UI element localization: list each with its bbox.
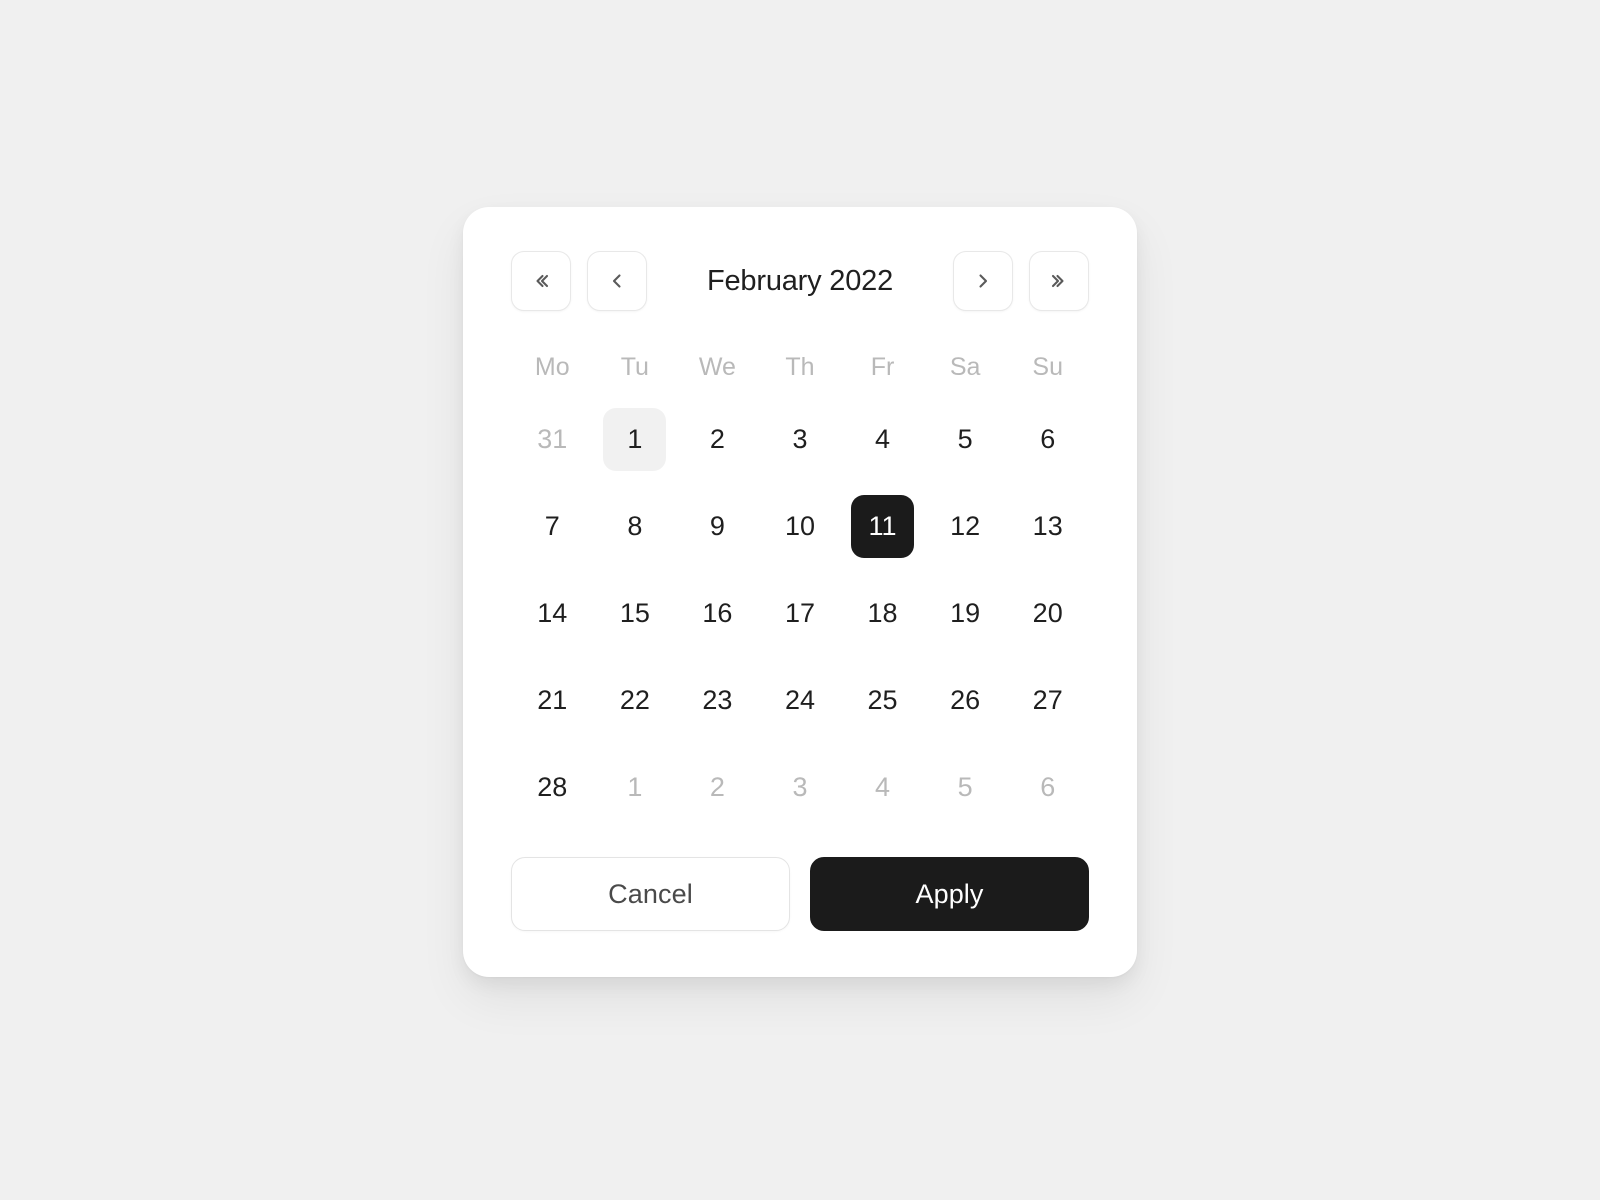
day-cell[interactable]: 5 <box>934 408 997 471</box>
day-cell-today[interactable]: 1 <box>603 408 667 471</box>
day-cell[interactable]: 23 <box>686 669 749 732</box>
day-cell[interactable]: 18 <box>851 582 914 645</box>
apply-button[interactable]: Apply <box>810 857 1089 931</box>
day-cell[interactable]: 25 <box>851 669 914 732</box>
day-cell[interactable]: 27 <box>1016 669 1079 732</box>
day-cell[interactable]: 16 <box>686 582 749 645</box>
day-cell-adjacent-month[interactable]: 31 <box>521 408 584 471</box>
nav-group-previous <box>511 251 647 311</box>
chevron-left-icon <box>607 271 627 291</box>
weekday-label: Fr <box>870 353 895 381</box>
weekday-label: We <box>698 353 736 381</box>
day-cell-selected[interactable]: 11 <box>851 495 915 558</box>
previous-year-button[interactable] <box>511 251 571 311</box>
day-cell[interactable]: 4 <box>851 408 914 471</box>
weekday-header-row: Mo Tu We Th Fr Sa Su <box>511 349 1089 386</box>
day-cell[interactable]: 17 <box>768 582 831 645</box>
day-cell-adjacent-month[interactable]: 6 <box>1016 756 1079 819</box>
weekday-label: Tu <box>620 353 649 381</box>
double-chevron-left-icon <box>531 271 551 291</box>
calendar-month-title: February 2022 <box>706 264 893 297</box>
day-cell-adjacent-month[interactable]: 2 <box>686 756 749 819</box>
day-cell[interactable]: 14 <box>521 582 584 645</box>
previous-month-button[interactable] <box>587 251 647 311</box>
chevron-right-icon <box>973 271 993 291</box>
day-cell[interactable]: 21 <box>521 669 584 732</box>
day-cell[interactable]: 6 <box>1016 408 1079 471</box>
day-cell-adjacent-month[interactable]: 1 <box>603 756 666 819</box>
day-cell[interactable]: 7 <box>521 495 584 558</box>
day-cell-adjacent-month[interactable]: 5 <box>934 756 997 819</box>
weekday-label: Mo <box>534 353 570 381</box>
day-cell[interactable]: 3 <box>768 408 831 471</box>
day-cell[interactable]: 22 <box>603 669 666 732</box>
calendar-header: February 2022 <box>511 251 1089 311</box>
weekday-label: Su <box>1032 353 1063 381</box>
weekday-label: Th <box>785 353 815 381</box>
calendar-days-grid: 31 1 2 3 4 5 6 7 8 9 10 11 12 13 14 15 16 17 18 19 20 21 22 23 2… <box>511 408 1089 819</box>
weekday-label: Sa <box>949 353 981 381</box>
day-cell[interactable]: 8 <box>603 495 666 558</box>
cancel-button[interactable]: Cancel <box>511 857 790 931</box>
date-picker-card: February 2022 MoTuWeThFrSaSu 311 <box>463 207 1137 977</box>
next-year-button[interactable] <box>1029 251 1089 311</box>
day-cell[interactable]: 19 <box>934 582 997 645</box>
calendar-footer: Cancel Apply <box>511 857 1089 931</box>
nav-group-next <box>953 251 1089 311</box>
day-cell[interactable]: 12 <box>934 495 997 558</box>
day-cell[interactable]: 26 <box>934 669 997 732</box>
day-cell[interactable]: 2 <box>686 408 749 471</box>
day-cell[interactable]: 28 <box>521 756 584 819</box>
double-chevron-right-icon <box>1049 271 1069 291</box>
day-cell[interactable]: 24 <box>768 669 831 732</box>
day-cell-adjacent-month[interactable]: 3 <box>768 756 831 819</box>
day-cell[interactable]: 10 <box>768 495 831 558</box>
day-cell-adjacent-month[interactable]: 4 <box>851 756 914 819</box>
next-month-button[interactable] <box>953 251 1013 311</box>
day-cell[interactable]: 9 <box>686 495 749 558</box>
day-cell[interactable]: 13 <box>1016 495 1079 558</box>
day-cell[interactable]: 20 <box>1016 582 1079 645</box>
day-cell[interactable]: 15 <box>603 582 666 645</box>
